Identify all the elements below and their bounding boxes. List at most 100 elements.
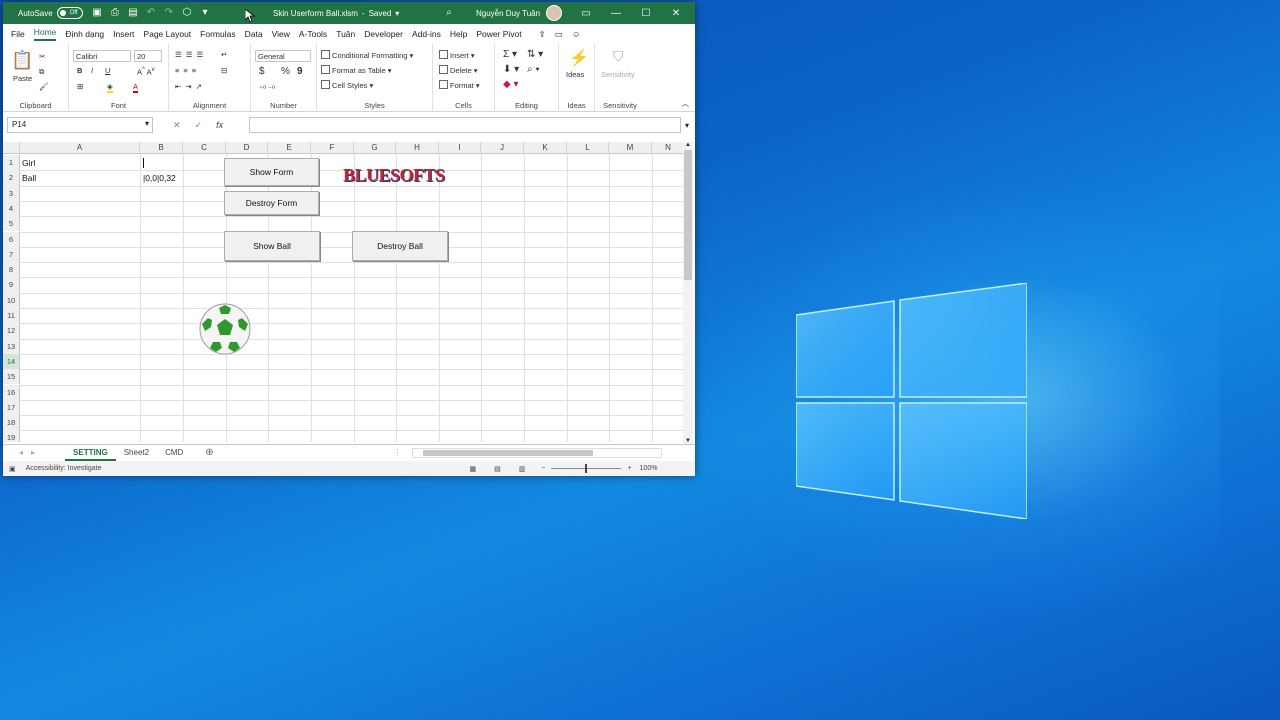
grow-font-icon[interactable]: A^ Av [137, 66, 155, 77]
row-header[interactable]: 3 [3, 185, 20, 201]
col-header-i[interactable]: I [439, 142, 481, 154]
row-header[interactable]: 18 [3, 415, 20, 431]
share-icon[interactable]: ⇪ [539, 29, 546, 40]
formula-input[interactable] [249, 117, 681, 133]
save-status[interactable]: Saved [369, 9, 392, 18]
col-header-g[interactable]: G [354, 142, 396, 154]
col-header-j[interactable]: J [481, 142, 524, 154]
page-break-view-icon[interactable]: ▥ [519, 465, 526, 473]
horizontal-scrollbar[interactable] [411, 447, 662, 458]
row-header[interactable]: 12 [3, 323, 20, 339]
col-header-b[interactable]: B [140, 142, 183, 154]
borders-icon[interactable]: ⊞ [77, 82, 83, 91]
tab-dinh-dang[interactable]: Định dạng [65, 29, 104, 39]
sheet-tab-setting[interactable]: SETTING [65, 445, 116, 461]
search-icon[interactable]: ⌕ [443, 7, 455, 19]
tab-page-layout[interactable]: Page Layout [143, 29, 191, 39]
tab-a-tools[interactable]: A-Tools [299, 29, 327, 39]
row-header[interactable]: 9 [3, 277, 20, 293]
undo-icon[interactable]: ↶ [145, 7, 157, 19]
comments-icon[interactable]: ▭ [555, 29, 563, 40]
worksheet-grid[interactable]: A B C D E F G H I J K L M N 1 2 3 4 5 6 … [3, 142, 685, 442]
cut-icon[interactable]: ✂ [39, 52, 45, 61]
page-layout-view-icon[interactable]: ▤ [494, 465, 501, 473]
close-icon[interactable]: ✕ [661, 8, 691, 19]
scroll-thumb[interactable] [684, 150, 692, 280]
row-header[interactable]: 16 [3, 384, 20, 400]
row-header[interactable]: 6 [3, 231, 20, 247]
sheet-tab-cmd[interactable]: CMD [157, 445, 191, 461]
row-header[interactable]: 1 [3, 155, 20, 171]
tab-view[interactable]: View [272, 29, 290, 39]
currency-button[interactable]: $ [259, 66, 265, 77]
col-header-m[interactable]: M [609, 142, 652, 154]
insert-function-icon[interactable]: fx [216, 120, 223, 131]
feedback-icon[interactable]: ☺ [572, 29, 581, 39]
merge-center-icon[interactable]: ⊟ [221, 66, 227, 75]
add-sheet-icon[interactable]: ⊕ [205, 447, 213, 458]
row-header[interactable]: 17 [3, 399, 20, 416]
prev-sheet-icon[interactable]: ◂ [19, 448, 23, 457]
decimal-icons[interactable]: ⁺⁰ ⁻⁰ [259, 84, 275, 93]
copy-icon[interactable]: ⧉ [39, 67, 44, 77]
name-box[interactable]: P14 ▾ [7, 117, 153, 133]
zoom-out-icon[interactable]: − [541, 465, 545, 472]
sort-filter-icon[interactable]: ⇅ ▾ [527, 49, 543, 60]
number-format-select[interactable]: General [255, 50, 311, 62]
percent-button[interactable]: % [281, 66, 290, 77]
show-ball-button[interactable]: Show Ball [224, 231, 320, 261]
col-header-a[interactable]: A [20, 142, 140, 154]
format-as-table-button[interactable]: Format as Table ▾ [321, 65, 392, 75]
row-header[interactable]: 19 [3, 430, 20, 442]
col-header-f[interactable]: F [311, 142, 354, 154]
vertical-scrollbar[interactable]: ▲ ▼ [683, 142, 693, 444]
col-header-e[interactable]: E [268, 142, 311, 154]
cell-a1[interactable]: Girl [22, 158, 35, 168]
maximize-icon[interactable]: ☐ [631, 8, 661, 19]
font-name-select[interactable]: Calibri [73, 50, 131, 62]
col-header-c[interactable]: C [183, 142, 226, 154]
enter-icon[interactable]: ✓ [195, 120, 203, 131]
accessibility-status[interactable]: Accessibility: Investigate [26, 465, 102, 472]
row-header[interactable]: 4 [3, 200, 20, 217]
tab-split-icon[interactable]: ⋮ [394, 448, 402, 457]
cancel-icon[interactable]: ✕ [173, 120, 181, 131]
zoom-slider-thumb[interactable] [585, 464, 588, 473]
show-form-button[interactable]: Show Form [224, 158, 319, 186]
row-header[interactable]: 5 [3, 216, 20, 232]
col-header-h[interactable]: H [396, 142, 439, 154]
minimize-icon[interactable]: — [601, 8, 631, 19]
zoom-level[interactable]: 100% [640, 465, 658, 472]
tab-developer[interactable]: Developer [364, 29, 403, 39]
normal-view-icon[interactable]: ▦ [470, 465, 477, 473]
expand-formula-icon[interactable]: ▾ [685, 121, 689, 130]
row-header[interactable]: 13 [3, 338, 20, 354]
preview-icon[interactable]: ▤ [127, 7, 139, 19]
cell-b2[interactable]: |0,0|0,32 [143, 173, 176, 183]
tab-home[interactable]: Home [33, 27, 57, 41]
tab-add-ins[interactable]: Add-ins [412, 29, 441, 39]
fill-color-icon[interactable]: ◈ [107, 82, 113, 93]
row-header[interactable]: 11 [3, 308, 20, 324]
ideas-icon[interactable]: ⚡ [569, 48, 589, 68]
soccer-ball-image[interactable] [198, 302, 252, 356]
scroll-up-icon[interactable]: ▲ [683, 142, 693, 148]
hscroll-thumb[interactable] [422, 449, 593, 456]
tab-formulas[interactable]: Formulas [200, 29, 235, 39]
macro-record-icon[interactable]: ▣ [9, 465, 16, 473]
row-header[interactable]: 8 [3, 262, 20, 278]
paste-button[interactable]: Paste [13, 74, 32, 83]
redo-icon[interactable]: ↷ [163, 7, 175, 19]
comma-button[interactable]: 9 [297, 66, 303, 77]
zoom-in-icon[interactable]: + [627, 465, 631, 472]
format-cells-button[interactable]: Format ▾ [439, 80, 480, 90]
fill-icon[interactable]: ⬇ ▾ [503, 64, 519, 75]
row-header-selected[interactable]: 14 [3, 353, 20, 370]
format-painter-icon[interactable]: 🖌 [39, 82, 49, 91]
conditional-formatting-button[interactable]: Conditional Formatting ▾ [321, 50, 413, 60]
row-header[interactable]: 7 [3, 246, 20, 263]
user-name[interactable]: Nguyễn Duy Tuân [476, 9, 540, 18]
col-header-n[interactable]: N [652, 142, 685, 154]
cell-styles-button[interactable]: Cell Styles ▾ [321, 80, 373, 90]
autosum-icon[interactable]: Σ ▾ [503, 49, 517, 60]
